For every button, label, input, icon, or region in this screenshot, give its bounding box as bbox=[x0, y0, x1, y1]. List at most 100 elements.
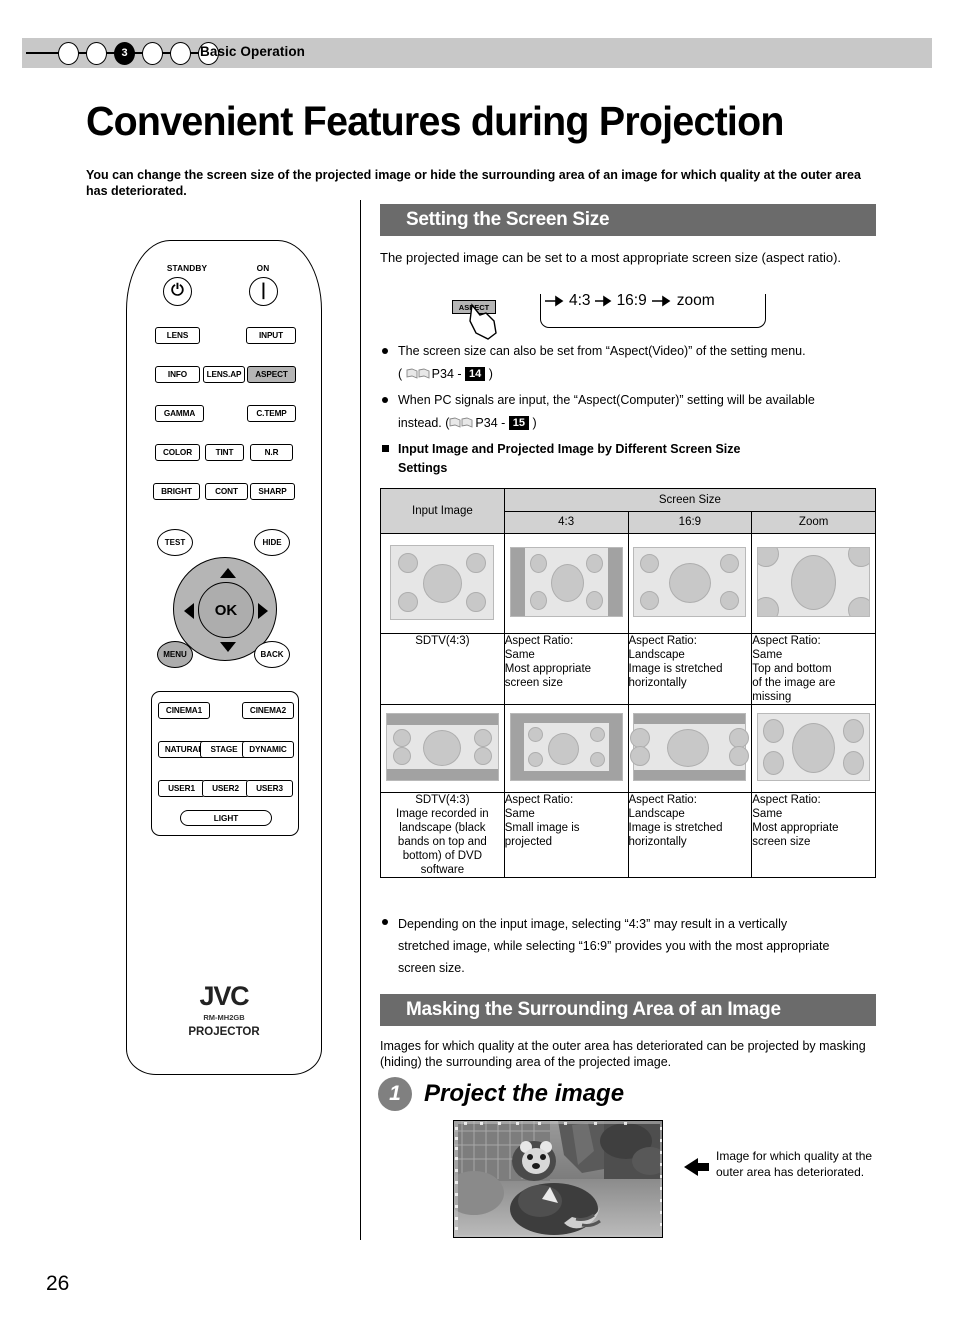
bullet-2-badge: 15 bbox=[508, 416, 530, 430]
row1-cell-zoom: Aspect Ratio: Same Top and bottom of the… bbox=[751, 633, 876, 705]
photo-svg bbox=[454, 1121, 662, 1237]
chapter-dot-2 bbox=[86, 42, 107, 65]
gamma-button[interactable]: GAMMA bbox=[155, 405, 204, 422]
page-number: 26 bbox=[46, 1272, 70, 1295]
bright-button[interactable]: BRIGHT bbox=[153, 483, 200, 500]
row2-input-label: SDTV(4:3) Image recorded in landscape (b… bbox=[380, 792, 505, 878]
input-button[interactable]: INPUT bbox=[246, 327, 296, 344]
col-header-zoom: Zoom bbox=[751, 510, 876, 534]
page-title: Convenient Features during Projection bbox=[86, 98, 784, 144]
square-bullet-icon bbox=[382, 445, 389, 452]
cycle-option-zoom: zoom bbox=[676, 292, 715, 309]
nr-button[interactable]: N.R bbox=[250, 444, 293, 461]
note-bullet: Depending on the input image, selecting … bbox=[382, 913, 832, 979]
thumb-4-3-row1 bbox=[503, 533, 629, 634]
book-reference-icon bbox=[406, 368, 430, 379]
bullet-2-ref: P34 - bbox=[475, 416, 509, 430]
arrow-right-icon bbox=[545, 295, 564, 307]
lens-button[interactable]: LENS bbox=[155, 327, 200, 344]
bullet-item-2: When PC signals are input, the “Aspect(C… bbox=[382, 391, 862, 433]
arrow-down-icon[interactable] bbox=[220, 642, 236, 652]
callout-arrow-icon bbox=[684, 1158, 698, 1176]
user3-button[interactable]: USER3 bbox=[246, 780, 293, 797]
remote-type-label: PROJECTOR bbox=[188, 1026, 260, 1038]
note-text: Depending on the input image, selecting … bbox=[398, 917, 830, 975]
lens-ap-button[interactable]: LENS.AP bbox=[203, 366, 245, 383]
bullet-1-badge: 14 bbox=[465, 367, 486, 381]
sharp-button[interactable]: SHARP bbox=[250, 483, 295, 500]
col-header-screen-size: Screen Size bbox=[503, 488, 877, 512]
chapter-dot-4 bbox=[142, 42, 163, 65]
standby-label: STANDBY bbox=[166, 263, 208, 273]
ok-button[interactable]: OK bbox=[198, 582, 254, 638]
user1-button[interactable]: USER1 bbox=[158, 780, 205, 797]
table-header-row-1: Input Image Screen Size bbox=[380, 488, 877, 534]
chapter-title: Basic Operation bbox=[200, 44, 306, 59]
section2-intro: Images for which quality at the outer ar… bbox=[380, 1039, 866, 1069]
chapter-dot-1 bbox=[58, 42, 79, 65]
subheading-block: Input Image and Projected Image by Diffe… bbox=[382, 440, 862, 478]
bullet-2-text: When PC signals are input, the “Aspect(C… bbox=[398, 393, 815, 407]
aspect-button-highlighted[interactable]: ASPECT bbox=[247, 366, 296, 383]
chapter-dot-5 bbox=[170, 42, 191, 65]
user2-button[interactable]: USER2 bbox=[202, 780, 249, 797]
cinema2-button[interactable]: CINEMA2 bbox=[242, 702, 294, 719]
col-header-input-image: Input Image bbox=[380, 488, 505, 534]
thumb-16-9-row2 bbox=[627, 704, 753, 793]
step-number-badge: 1 bbox=[378, 1077, 412, 1111]
col-header-4-3: 4:3 bbox=[503, 510, 629, 534]
photo-caption: Image for which quality at the outer are… bbox=[716, 1149, 873, 1179]
hide-button[interactable]: HIDE bbox=[254, 529, 290, 556]
table-row-text-1: SDTV(4:3) Aspect Ratio: Same Most approp… bbox=[380, 633, 876, 705]
info-button[interactable]: INFO bbox=[155, 366, 200, 383]
thumb-input-2 bbox=[380, 704, 505, 793]
on-bar-icon: ❘ bbox=[256, 282, 271, 299]
cinema1-button[interactable]: CINEMA1 bbox=[158, 702, 210, 719]
thumb-16-9-row1 bbox=[627, 533, 753, 634]
arrow-right-icon bbox=[651, 295, 671, 307]
standby-button[interactable]: ⏻ bbox=[163, 277, 192, 306]
preset-button-group: CINEMA1 CINEMA2 NATURAL STAGE DYNAMIC US… bbox=[151, 691, 299, 836]
arrow-left-icon[interactable] bbox=[184, 603, 194, 619]
stage-button[interactable]: STAGE bbox=[200, 741, 248, 758]
jvc-logo: JVC bbox=[199, 981, 250, 1011]
col-header-16-9: 16:9 bbox=[627, 510, 753, 534]
row2-cell-4-3: Aspect Ratio: Same Small image is projec… bbox=[503, 792, 629, 878]
bullet-dot-icon bbox=[382, 348, 388, 354]
pointing-hand-icon bbox=[469, 303, 497, 340]
color-button[interactable]: COLOR bbox=[155, 444, 200, 461]
cont-button[interactable]: CONT bbox=[205, 483, 248, 500]
row2-cell-zoom: Aspect Ratio: Same Most appropriate scre… bbox=[751, 792, 876, 878]
test-button[interactable]: TEST bbox=[157, 529, 193, 556]
menu-button[interactable]: MENU bbox=[157, 641, 193, 668]
ctemp-button[interactable]: C.TEMP bbox=[247, 405, 296, 422]
screen-size-comparison-table: Input Image Screen Size 4:3 16:9 Zoom SD… bbox=[380, 488, 877, 878]
cycle-option-16-9: 16:9 bbox=[616, 292, 647, 309]
light-button[interactable]: LIGHT bbox=[180, 810, 272, 826]
subheading-line1: Input Image and Projected Image by Diffe… bbox=[398, 442, 741, 456]
dynamic-button[interactable]: DYNAMIC bbox=[242, 741, 294, 758]
chapter-dot-3-active: 3 bbox=[114, 42, 135, 65]
arrow-right-icon bbox=[594, 295, 612, 307]
arrow-right-icon[interactable] bbox=[258, 603, 268, 619]
row1-cell-4-3: Aspect Ratio: Same Most appropriate scre… bbox=[503, 633, 629, 705]
arrow-up-icon[interactable] bbox=[220, 568, 236, 578]
tint-button[interactable]: TINT bbox=[205, 444, 244, 461]
bullet-dot-icon bbox=[382, 397, 388, 403]
row1-input-label: SDTV(4:3) bbox=[380, 633, 505, 705]
power-icon: ⏻ bbox=[171, 282, 184, 299]
thumb-input-1 bbox=[380, 533, 505, 634]
book-reference-icon bbox=[449, 417, 473, 428]
remote-model-number: RM-MH2GB bbox=[203, 1013, 245, 1022]
on-label: ON bbox=[256, 263, 270, 273]
section-heading-masking: Masking the Surrounding Area of an Image bbox=[380, 994, 876, 1026]
bullet-2-text-second: instead. ( bbox=[398, 416, 450, 430]
bullet-1-ref: P34 - bbox=[431, 367, 466, 381]
row2-cell-16-9: Aspect Ratio: Landscape Image is stretch… bbox=[627, 792, 753, 878]
subheading-line2: Settings bbox=[398, 461, 448, 475]
sample-photo-red-pandas bbox=[453, 1120, 663, 1238]
table-row-images-2 bbox=[380, 704, 876, 793]
back-button[interactable]: BACK bbox=[254, 641, 290, 668]
thumb-zoom-row1 bbox=[751, 533, 876, 634]
on-button[interactable]: ❘ bbox=[249, 277, 278, 306]
